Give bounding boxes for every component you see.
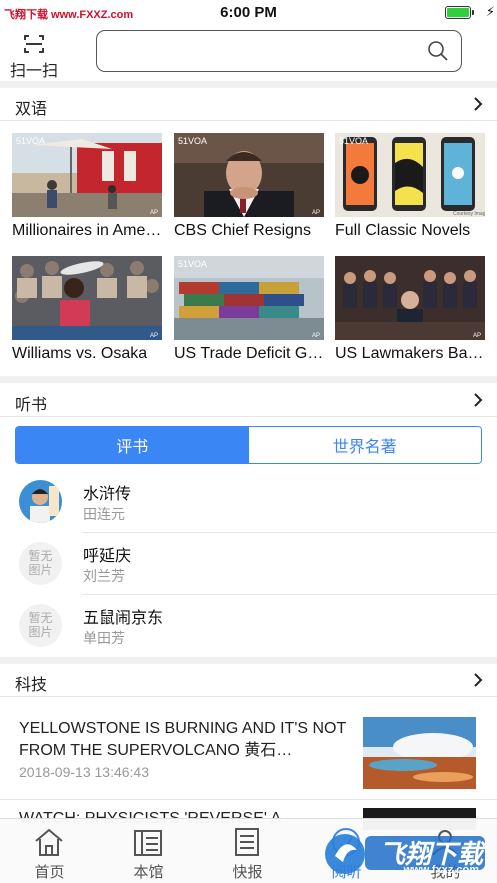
svg-text:AP: AP — [312, 333, 320, 339]
news-thumbnail: 51VOA AP — [174, 256, 324, 340]
news-title: Williams vs. Osaka — [12, 345, 148, 362]
book-title: 五鼠闹京东 — [83, 610, 164, 627]
search-icon[interactable] — [427, 40, 449, 62]
news-thumbnail: AP — [12, 256, 162, 340]
article-item[interactable]: YELLOWSTONE IS BURNING AND IT'S NOT FROM… — [0, 700, 497, 800]
svg-text:Courtesy Image: Courtesy Image — [453, 211, 485, 217]
news-card[interactable]: AP US Lawmakers Battle — [335, 256, 487, 368]
svg-text:51VOA: 51VOA — [16, 136, 45, 146]
scan-icon — [24, 35, 44, 53]
news-card[interactable]: 51VOA AP CBS Chief Resigns — [174, 133, 324, 245]
news-title: Full Classic Novels — [335, 222, 471, 239]
section-title: 双语 — [15, 101, 48, 118]
news-card[interactable]: 51VOA AP Millionaires in America — [12, 133, 164, 245]
news-thumbnail: 51VOA AP — [12, 133, 162, 217]
news-thumbnail: 51VOA Courtesy Image — [335, 133, 485, 217]
book-item[interactable]: 暂无 图片 五鼠闹京东 单田芳 — [0, 595, 497, 657]
svg-text:AP: AP — [473, 333, 481, 339]
news-card[interactable]: AP Williams vs. Osaka — [12, 256, 162, 368]
section-title: 科技 — [15, 677, 48, 694]
svg-text:AP: AP — [150, 333, 158, 339]
news-thumbnail: AP — [335, 256, 485, 340]
tab-label: 快报 — [232, 864, 263, 881]
section-header-tech[interactable]: 科技 — [0, 663, 497, 697]
svg-text:AP: AP — [150, 210, 158, 216]
search-box[interactable] — [96, 30, 462, 72]
book-cover — [19, 480, 62, 523]
header: 扫一扫 — [0, 26, 497, 82]
section-title: 听书 — [15, 397, 48, 414]
status-bar: 飞翔下载 www.FXXZ.com 6:00 PM ⚡ — [0, 0, 497, 26]
tab-home[interactable]: 首页 — [0, 819, 99, 883]
tab-label: 首页 — [34, 864, 65, 881]
app-screen: 飞翔下载 www.FXXZ.com 6:00 PM ⚡ 扫一扫 双语 51VOA… — [0, 0, 497, 883]
news-thumbnail: 51VOA AP — [174, 133, 324, 217]
search-input[interactable] — [107, 37, 417, 65]
article-title: YELLOWSTONE IS BURNING AND IT'S NOT FROM… — [19, 720, 346, 759]
no-image-placeholder: 暂无 图片 — [19, 542, 62, 585]
chevron-right-icon — [474, 393, 483, 407]
article-thumbnail — [363, 717, 476, 789]
divider — [0, 376, 497, 383]
scan-label: 扫一扫 — [9, 63, 58, 80]
book-author: 单田芳 — [83, 630, 125, 646]
news-title: CBS Chief Resigns — [174, 222, 311, 239]
status-time: 6:00 PM — [220, 4, 277, 21]
tab-pingshu[interactable]: 评书 — [16, 427, 249, 463]
audiobook-tabs: 评书 世界名著 — [15, 426, 482, 464]
tab-label: 本馆 — [133, 864, 164, 881]
chevron-right-icon — [474, 97, 483, 111]
svg-text:51VOA: 51VOA — [339, 136, 368, 146]
news-icon — [235, 828, 259, 856]
book-title: 水浒传 — [83, 486, 132, 503]
book-author: 田连元 — [83, 506, 125, 522]
article-time: 2018-09-13 13:46:43 — [19, 764, 149, 780]
book-item[interactable]: 暂无 图片 呼延庆 刘兰芳 — [0, 533, 497, 595]
tab-news[interactable]: 快报 — [198, 819, 297, 883]
book-title: 呼延庆 — [83, 548, 132, 565]
library-icon — [134, 830, 162, 856]
battery-icon — [445, 6, 477, 20]
watermark-site: www.fxxz.com — [403, 864, 479, 876]
charging-icon: ⚡ — [485, 4, 495, 19]
news-title: US Lawmakers Battle — [335, 345, 487, 362]
no-image-placeholder: 暂无 图片 — [19, 604, 62, 647]
svg-text:51VOA: 51VOA — [178, 259, 207, 269]
news-title: US Trade Deficit Grows — [174, 345, 326, 362]
chevron-right-icon — [474, 673, 483, 687]
svg-text:51VOA: 51VOA — [178, 136, 207, 146]
book-author: 刘兰芳 — [83, 568, 125, 584]
tab-world-classics[interactable]: 世界名著 — [248, 427, 481, 463]
tab-library[interactable]: 本馆 — [99, 819, 198, 883]
news-card[interactable]: 51VOA Courtesy Image Full Classic Novels — [335, 133, 485, 245]
news-title: Millionaires in America — [12, 222, 164, 239]
section-header-audiobooks[interactable]: 听书 — [0, 383, 497, 417]
home-icon — [35, 828, 63, 856]
svg-text:AP: AP — [312, 210, 320, 216]
news-card[interactable]: 51VOA AP US Trade Deficit Grows — [174, 256, 326, 368]
book-item[interactable]: 水浒传 田连元 — [0, 471, 497, 533]
section-header-bilingual[interactable]: 双语 — [0, 87, 497, 121]
scan-button[interactable]: 扫一扫 — [6, 30, 62, 80]
